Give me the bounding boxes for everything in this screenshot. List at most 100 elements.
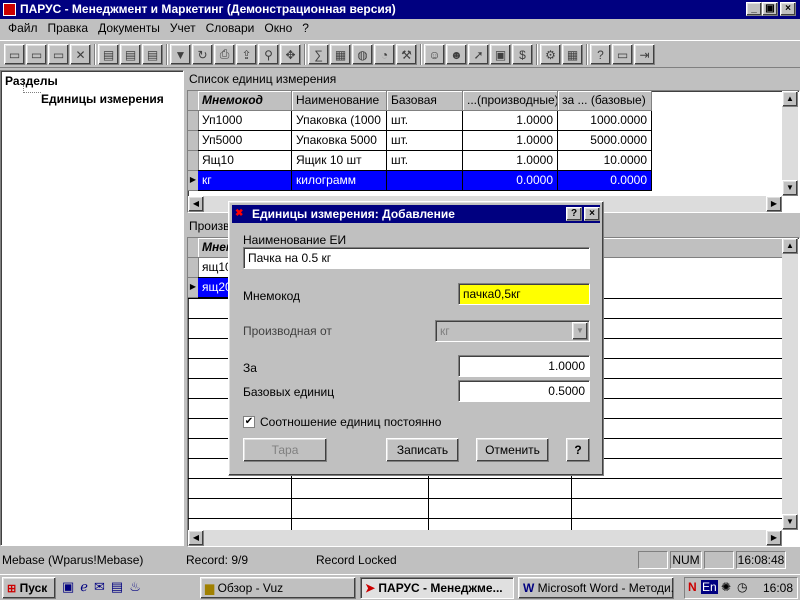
name-field[interactable]: Пачка на 0.5 кг: [243, 247, 590, 269]
chart-icon[interactable]: ▦: [330, 44, 351, 65]
start-button[interactable]: ⊞ Пуск: [2, 577, 56, 599]
table-cell[interactable]: 1.0000: [463, 111, 558, 131]
insert-row3-icon[interactable]: ▤: [142, 44, 163, 65]
menu-edit[interactable]: Правка: [43, 19, 94, 38]
export-icon[interactable]: ⇪: [236, 44, 257, 65]
globe-icon[interactable]: ◍: [352, 44, 373, 65]
table-cell[interactable]: Упаковка 5000: [292, 131, 387, 151]
calc-icon[interactable]: ∑: [308, 44, 329, 65]
channels-icon[interactable]: ▤: [111, 579, 123, 597]
top-grid-vscroll[interactable]: ▲ ▼: [782, 91, 798, 196]
delete-icon[interactable]: ✕: [70, 44, 91, 65]
print-icon[interactable]: ⎙: [214, 44, 235, 65]
exit-icon[interactable]: ⇥: [634, 44, 655, 65]
desktop-icon[interactable]: ▣: [62, 579, 74, 597]
clock-icon[interactable]: ◔: [374, 44, 395, 65]
bottom-grid-vscroll[interactable]: ▲ ▼: [782, 238, 798, 530]
filter-icon[interactable]: ▼: [170, 44, 191, 65]
table-cell[interactable]: шт.: [387, 111, 463, 131]
users-icon[interactable]: ☻: [446, 44, 467, 65]
table-cell[interactable]: 0.0000: [463, 171, 558, 191]
menu-file[interactable]: Файл: [0, 19, 43, 38]
clock-icon[interactable]: ◷: [737, 580, 747, 594]
table-cell[interactable]: шт.: [387, 151, 463, 171]
close-button[interactable]: ×: [780, 2, 796, 16]
derived-from-select[interactable]: кг ▼: [435, 320, 590, 342]
settings-icon[interactable]: ⚙: [540, 44, 561, 65]
firefox-icon[interactable]: ♨: [129, 579, 141, 597]
help-button[interactable]: ?: [566, 438, 590, 462]
ie-icon[interactable]: ℯ: [80, 579, 88, 597]
table-cell[interactable]: кг: [198, 171, 292, 191]
link-icon[interactable]: ⚲: [258, 44, 279, 65]
norton-icon[interactable]: N: [688, 580, 697, 594]
menu-accounting[interactable]: Учет: [165, 19, 201, 38]
table-cell[interactable]: 1000.0000: [558, 111, 652, 131]
col-header-basic[interactable]: за ... (базовые): [558, 91, 652, 111]
menu-documents[interactable]: Документы: [93, 19, 165, 38]
user-icon[interactable]: ☺: [424, 44, 445, 65]
insert-row-icon[interactable]: ▤: [98, 44, 119, 65]
per-field[interactable]: 1.0000: [458, 355, 590, 377]
dialog-help-button[interactable]: ?: [566, 207, 582, 221]
scroll-up-icon[interactable]: ▲: [782, 238, 798, 254]
sections-tree[interactable]: Разделы Единицы измерения: [0, 70, 184, 546]
menu-dictionaries[interactable]: Словари: [201, 19, 260, 38]
insert-row2-icon[interactable]: ▤: [120, 44, 141, 65]
menu-help[interactable]: ?: [297, 19, 314, 38]
table-cell[interactable]: 10.0000: [558, 151, 652, 171]
scroll-right-icon[interactable]: ▶: [766, 530, 782, 546]
bottom-grid-hscroll[interactable]: ◀ ▶: [188, 530, 782, 546]
save-button[interactable]: Записать: [386, 438, 459, 462]
tools-icon[interactable]: ⚒: [396, 44, 417, 65]
money-icon[interactable]: $: [512, 44, 533, 65]
scroll-left-icon[interactable]: ◀: [188, 196, 204, 212]
menu-window[interactable]: Окно: [259, 19, 297, 38]
copy-doc-icon[interactable]: ▭: [26, 44, 47, 65]
table-cell[interactable]: Уп1000: [198, 111, 292, 131]
dialog-title-bar[interactable]: ✖ Единицы измерения: Добавление: [232, 205, 600, 223]
dialog-close-button[interactable]: ×: [584, 207, 600, 221]
col-header-derived[interactable]: ...(производные): [463, 91, 558, 111]
table-cell[interactable]: Уп5000: [198, 131, 292, 151]
scroll-down-icon[interactable]: ▼: [782, 514, 798, 530]
help-icon[interactable]: ?: [590, 44, 611, 65]
scroll-left-icon[interactable]: ◀: [188, 530, 204, 546]
base-units-field[interactable]: 0.5000: [458, 380, 590, 402]
table-cell[interactable]: Ящик 10 шт: [292, 151, 387, 171]
network-icon[interactable]: ✺: [721, 580, 731, 594]
arrow-icon[interactable]: ➚: [468, 44, 489, 65]
code-field[interactable]: пачка0,5кг: [458, 283, 590, 305]
window-title-bar[interactable]: ПАРУС - Менеджмент и Маркетинг (Демонстр…: [0, 0, 800, 19]
minimize-button[interactable]: _: [746, 2, 762, 16]
new-doc-icon[interactable]: ▭: [4, 44, 25, 65]
table-cell[interactable]: 1.0000: [463, 131, 558, 151]
constant-ratio-checkbox[interactable]: ✔: [243, 416, 255, 428]
table-cell[interactable]: килограмм: [292, 171, 387, 191]
scroll-down-icon[interactable]: ▼: [782, 180, 798, 196]
card-icon[interactable]: ▣: [490, 44, 511, 65]
task-word[interactable]: W Microsoft Word - Методи...: [518, 577, 674, 599]
table-cell[interactable]: 0.0000: [558, 171, 652, 191]
language-indicator[interactable]: En: [701, 580, 718, 594]
chevron-down-icon[interactable]: ▼: [572, 322, 588, 340]
edit-doc-icon[interactable]: ▭: [48, 44, 69, 65]
scroll-right-icon[interactable]: ▶: [766, 196, 782, 212]
col-header-name[interactable]: Наименование: [292, 91, 387, 111]
table-cell[interactable]: шт.: [387, 131, 463, 151]
outlook-icon[interactable]: ✉: [94, 579, 105, 597]
table-cell[interactable]: [387, 171, 463, 191]
task-parus[interactable]: ➤ ПАРУС - Менеджме...: [360, 577, 514, 599]
table-cell[interactable]: Ящ10: [198, 151, 292, 171]
table-cell[interactable]: 1.0000: [463, 151, 558, 171]
scroll-up-icon[interactable]: ▲: [782, 91, 798, 107]
refresh-icon[interactable]: ↻: [192, 44, 213, 65]
move-icon[interactable]: ✥: [280, 44, 301, 65]
tree-item-units[interactable]: Единицы измерения: [41, 92, 164, 106]
table-cell[interactable]: Упаковка (1000: [292, 111, 387, 131]
tara-button[interactable]: Тара: [243, 438, 327, 462]
cancel-button[interactable]: Отменить: [476, 438, 549, 462]
col-header-code[interactable]: Мнемокод: [198, 91, 292, 111]
table-cell[interactable]: 5000.0000: [558, 131, 652, 151]
task-explorer[interactable]: ▆ Обзор - Vuz: [200, 577, 356, 599]
